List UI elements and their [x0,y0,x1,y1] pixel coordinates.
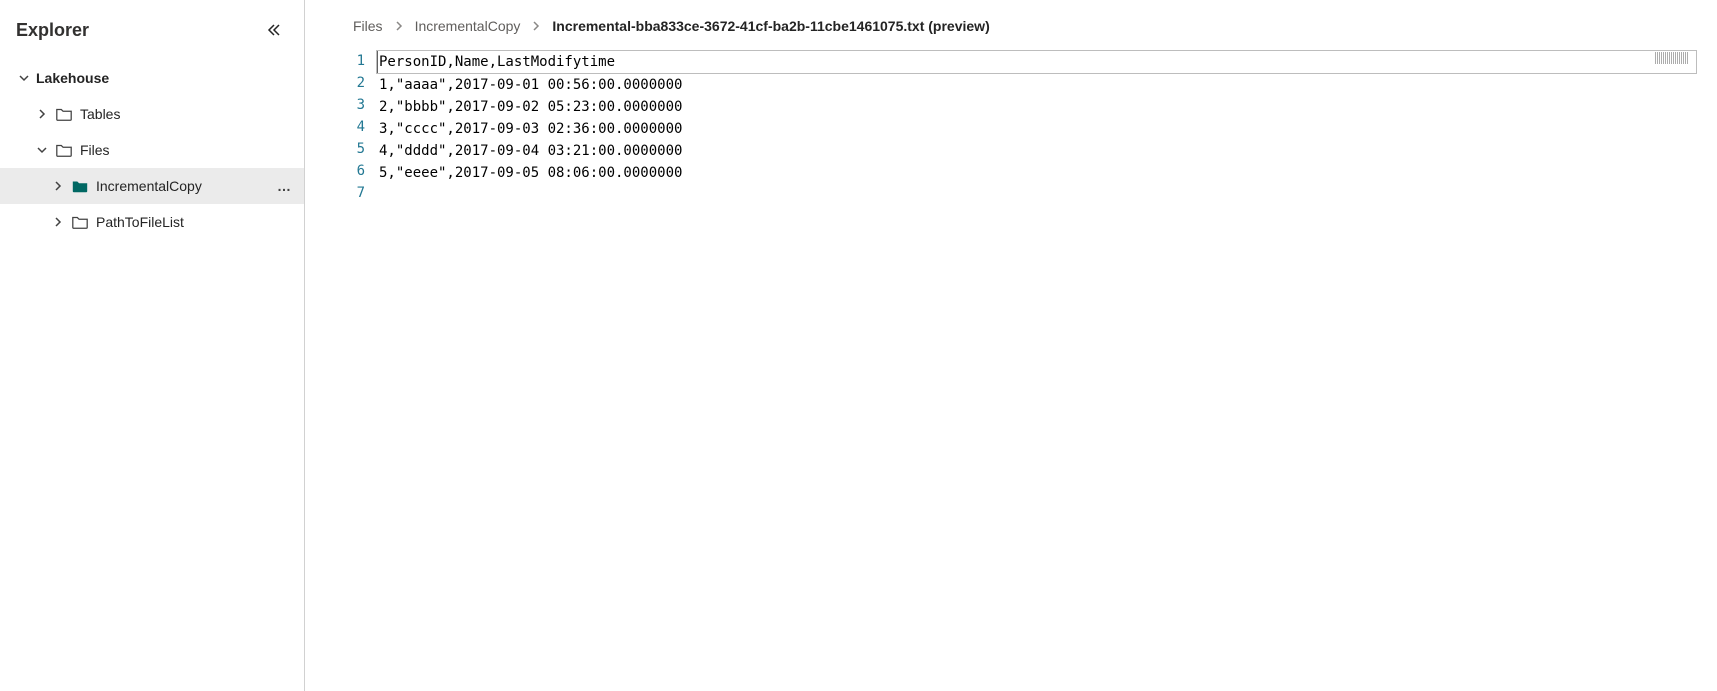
chevron-right-icon [34,106,50,122]
line-number: 4 [335,116,365,138]
code-line: 4,"dddd",2017-09-04 03:21:00.0000000 [379,140,1697,162]
line-number: 7 [335,182,365,204]
chevron-right-icon [393,20,405,32]
line-number: 1 [335,50,365,72]
explorer-sidebar: Explorer Lakehouse Tables [0,0,305,691]
breadcrumb-item-incrementalcopy[interactable]: IncrementalCopy [415,18,521,34]
editor[interactable]: 1 2 3 4 5 6 7 PersonID,Name,LastModifyti… [305,46,1717,691]
collapse-sidebar-button[interactable] [260,16,288,44]
line-number: 5 [335,138,365,160]
chevron-right-icon [50,214,66,230]
tree-node-lakehouse[interactable]: Lakehouse [0,60,304,96]
line-number: 6 [335,160,365,182]
chevron-right-icon [530,20,542,32]
main-panel: Files IncrementalCopy Incremental-bba833… [305,0,1717,691]
tree-label: Files [80,142,110,158]
breadcrumb-item-current: Incremental-bba833ce-3672-41cf-ba2b-11cb… [552,18,989,34]
line-number: 2 [335,72,365,94]
tree-label: Tables [80,106,120,122]
chevron-double-left-icon [266,22,282,38]
breadcrumb: Files IncrementalCopy Incremental-bba833… [305,0,1717,46]
chevron-down-icon [16,70,32,86]
code-area[interactable]: PersonID,Name,LastModifytime 1,"aaaa",20… [379,46,1697,691]
line-number: 3 [335,94,365,116]
code-line: 1,"aaaa",2017-09-01 00:56:00.0000000 [379,74,1697,96]
folder-outline-icon [54,140,74,160]
code-line: PersonID,Name,LastModifytime [376,50,1697,74]
line-number-gutter: 1 2 3 4 5 6 7 [335,46,379,691]
tree-label: IncrementalCopy [96,178,202,194]
tree-node-tables[interactable]: Tables [0,96,304,132]
tree-label: Lakehouse [36,70,109,86]
folder-outline-icon [54,104,74,124]
chevron-right-icon [50,178,66,194]
tree-node-incrementalcopy[interactable]: IncrementalCopy … [0,168,304,204]
tree-node-files[interactable]: Files [0,132,304,168]
code-line: 2,"bbbb",2017-09-02 05:23:00.0000000 [379,96,1697,118]
folder-solid-icon [70,176,90,196]
code-line: 3,"cccc",2017-09-03 02:36:00.0000000 [379,118,1697,140]
code-line: 5,"eeee",2017-09-05 08:06:00.0000000 [379,162,1697,184]
explorer-tree: Lakehouse Tables Files [0,58,304,240]
sidebar-title: Explorer [16,20,89,41]
chevron-down-icon [34,142,50,158]
folder-outline-icon [70,212,90,232]
tree-node-pathtofilelist[interactable]: PathToFileList [0,204,304,240]
breadcrumb-item-files[interactable]: Files [353,18,383,34]
more-button[interactable]: … [277,178,304,194]
sidebar-header: Explorer [0,10,304,58]
tree-label: PathToFileList [96,214,184,230]
